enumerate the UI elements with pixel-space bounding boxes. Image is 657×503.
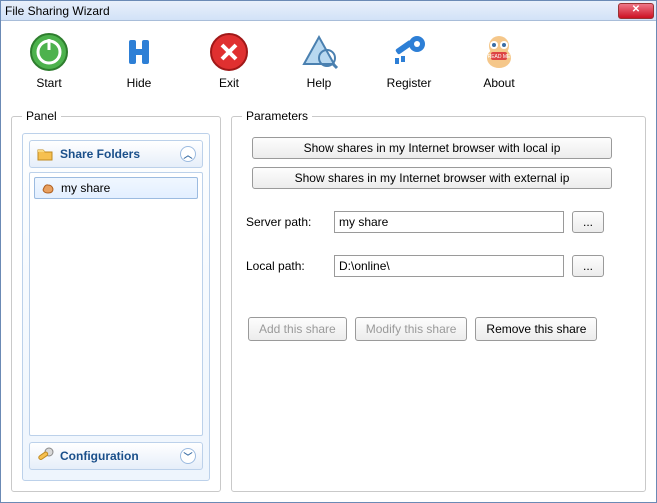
help-button[interactable]: Help — [289, 32, 349, 90]
toolbar: Start Hide Exit Help — [1, 21, 656, 101]
panel-inner: Share Folders ︿ my share — [22, 133, 210, 481]
parameters-title: Parameters — [242, 109, 312, 123]
panel-fieldset: Panel Share Folders ︿ my share — [11, 109, 221, 492]
hide-button[interactable]: Hide — [109, 32, 169, 90]
local-path-browse[interactable]: ... — [572, 255, 604, 277]
tree-item-label: my share — [61, 181, 110, 195]
server-path-row: Server path: ... — [246, 211, 635, 233]
local-path-input[interactable] — [334, 255, 564, 277]
chevron-up-icon: ︿ — [180, 146, 196, 162]
parameters-fieldset: Parameters Show shares in my Internet br… — [231, 109, 646, 492]
close-button[interactable]: ✕ — [618, 3, 654, 19]
configuration-label: Configuration — [60, 449, 139, 463]
wrench-icon — [36, 447, 54, 465]
titlebar: File Sharing Wizard ✕ — [1, 1, 656, 21]
chevron-down-icon: ﹀ — [180, 448, 196, 464]
hide-icon — [119, 32, 159, 72]
hide-label: Hide — [127, 76, 152, 90]
svg-text:READ ME: READ ME — [488, 54, 511, 60]
about-label: About — [483, 76, 514, 90]
share-folders-label: Share Folders — [60, 147, 140, 161]
help-label: Help — [307, 76, 332, 90]
power-icon — [29, 32, 69, 72]
show-external-button[interactable]: Show shares in my Internet browser with … — [252, 167, 612, 189]
show-local-button[interactable]: Show shares in my Internet browser with … — [252, 137, 612, 159]
remove-share-button[interactable]: Remove this share — [475, 317, 597, 341]
exit-icon — [209, 32, 249, 72]
help-icon — [299, 32, 339, 72]
share-tree: my share — [29, 172, 203, 436]
register-label: Register — [387, 76, 432, 90]
modify-share-button: Modify this share — [355, 317, 468, 341]
key-icon — [389, 32, 429, 72]
folder-icon — [36, 145, 54, 163]
server-path-input[interactable] — [334, 211, 564, 233]
about-icon: READ ME — [479, 32, 519, 72]
exit-label: Exit — [219, 76, 239, 90]
add-share-button: Add this share — [248, 317, 347, 341]
hand-icon — [41, 181, 55, 195]
tree-item[interactable]: my share — [34, 177, 198, 199]
action-buttons: Add this share Modify this share Remove … — [248, 317, 635, 341]
start-label: Start — [36, 76, 61, 90]
register-button[interactable]: Register — [379, 32, 439, 90]
server-path-browse[interactable]: ... — [572, 211, 604, 233]
exit-button[interactable]: Exit — [199, 32, 259, 90]
content: Panel Share Folders ︿ my share — [1, 101, 656, 502]
window-title: File Sharing Wizard — [5, 4, 110, 18]
about-button[interactable]: READ ME About — [469, 32, 529, 90]
local-path-row: Local path: ... — [246, 255, 635, 277]
window: File Sharing Wizard ✕ Start Hide — [0, 0, 657, 503]
share-folders-header[interactable]: Share Folders ︿ — [29, 140, 203, 168]
local-path-label: Local path: — [246, 259, 326, 273]
panel-title: Panel — [22, 109, 61, 123]
configuration-header[interactable]: Configuration ﹀ — [29, 442, 203, 470]
server-path-label: Server path: — [246, 215, 326, 229]
start-button[interactable]: Start — [19, 32, 79, 90]
